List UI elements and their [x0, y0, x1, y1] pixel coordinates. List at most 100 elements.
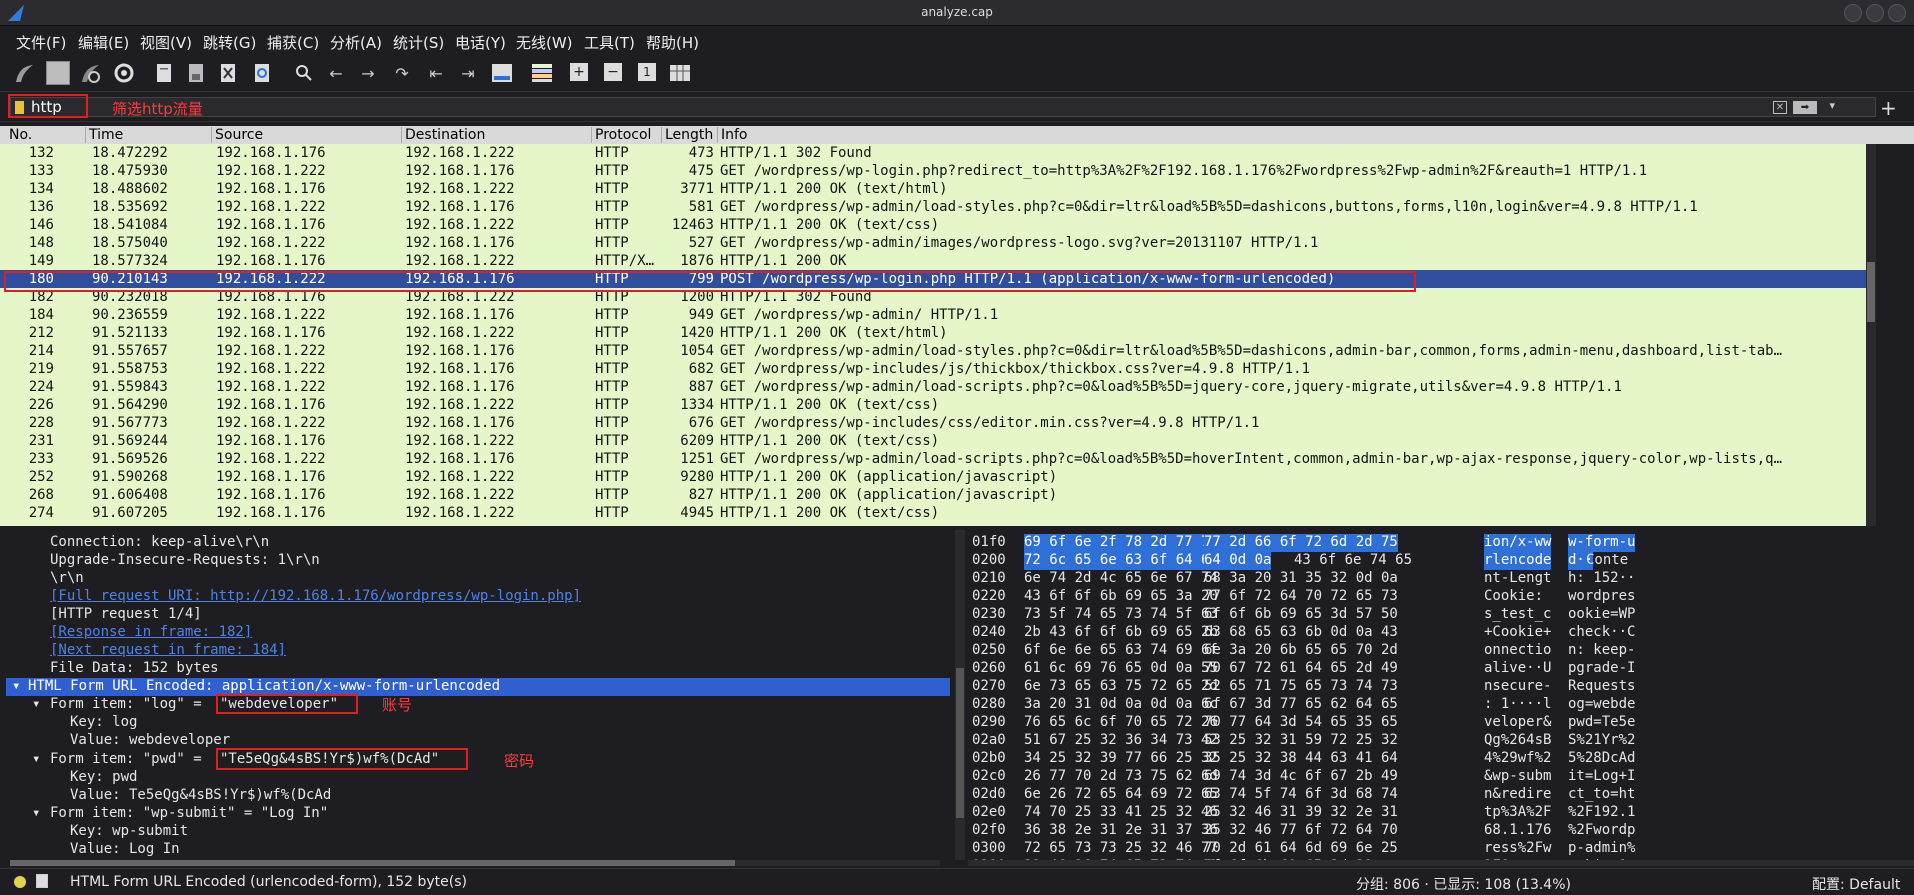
- detail-upgrade-insecure[interactable]: Upgrade-Insecure-Requests: 1\r\n: [50, 552, 320, 570]
- hex-bytes[interactable]: 34 25 32 39 77 66 25 32: [1024, 750, 1218, 768]
- hex-bytes[interactable]: 25 32 46 77 6f 72 64 70: [1204, 822, 1398, 840]
- hex-bytes[interactable]: 70 67 72 61 64 65 2d 49: [1204, 660, 1398, 678]
- hex-bytes[interactable]: 73 5f 74 65 73 74 5f 63: [1024, 606, 1218, 624]
- packet-row[interactable]: 268 91.606408 192.168.1.176 192.168.1.222 HT…: [0, 486, 1866, 504]
- hex-bytes[interactable]: 6f 67 3d 77 65 62 64 65: [1204, 696, 1398, 714]
- hex-ascii[interactable]: 68.1.176: [1484, 822, 1551, 840]
- go-to-packet-icon[interactable]: ↷: [390, 61, 414, 85]
- detail-next-request-link[interactable]: [Next request in frame: 184]: [50, 642, 286, 660]
- packet-row[interactable]: 148 18.575040 192.168.1.222 192.168.1.176 HT…: [0, 234, 1866, 252]
- hex-offset[interactable]: 0240: [972, 624, 1006, 642]
- packet-row[interactable]: 149 18.577324 192.168.1.176 192.168.1.222 HT…: [0, 252, 1866, 270]
- hex-ascii[interactable]: Requests: [1568, 678, 1635, 696]
- packet-row[interactable]: 224 91.559843 192.168.1.222 192.168.1.176 HT…: [0, 378, 1866, 396]
- hex-bytes[interactable]: 61 6c 69 76 65 0d 0a 55: [1024, 660, 1218, 678]
- hex-ascii[interactable]: pwd=Te5e: [1568, 714, 1635, 732]
- column-source[interactable]: Source: [212, 127, 402, 143]
- menu-wireless[interactable]: 无线(W): [516, 32, 573, 53]
- hex-offset[interactable]: 0300: [972, 840, 1006, 858]
- details-horizontal-scroll-thumb[interactable]: [10, 860, 735, 866]
- hex-ascii[interactable]: og=webde: [1568, 696, 1635, 714]
- packet-row[interactable]: 136 18.535692 192.168.1.222 192.168.1.176 HT…: [0, 198, 1866, 216]
- hex-ascii[interactable]: +Cookie+: [1484, 624, 1551, 642]
- menu-view[interactable]: 视图(V): [140, 32, 192, 53]
- hex-bytes[interactable]: 3a 20 31 0d 0a 0d 0a 6c: [1024, 696, 1218, 714]
- hex-ascii[interactable]: rlencode: [1484, 552, 1552, 570]
- find-packet-icon[interactable]: [292, 61, 316, 85]
- detail-http-request[interactable]: [HTTP request 1/4]: [50, 606, 202, 624]
- hex-ascii[interactable]: S%21Yr%2: [1568, 732, 1635, 750]
- menu-capture[interactable]: 捕获(C): [267, 32, 319, 53]
- hex-bytes[interactable]: 36 38 2e 31 2e 31 37 36: [1024, 822, 1218, 840]
- hex-bytes[interactable]: 6e 3a 20 6b 65 65 70 2d: [1204, 642, 1398, 660]
- minimize-button[interactable]: [1844, 4, 1862, 22]
- hex-ascii[interactable]: wordpres: [1568, 588, 1635, 606]
- column-no[interactable]: No.: [6, 127, 86, 143]
- hex-ascii[interactable]: w-form-u: [1568, 534, 1636, 552]
- column-info[interactable]: Info: [718, 127, 1866, 143]
- capture-comment-icon[interactable]: [36, 874, 48, 888]
- menu-file[interactable]: 文件(F): [16, 32, 66, 53]
- hex-offset[interactable]: 02a0: [972, 732, 1006, 750]
- chevron-down-icon[interactable]: ▾: [32, 696, 40, 714]
- packet-row[interactable]: 226 91.564290 192.168.1.176 192.168.1.222 HT…: [0, 396, 1866, 414]
- expert-info-icon[interactable]: [14, 876, 26, 888]
- hex-offset[interactable]: 02c0: [972, 768, 1006, 786]
- stop-capture-icon[interactable]: [46, 61, 70, 85]
- hex-bytes[interactable]: 69 6f 6e 2f 78 2d 77 77: [1024, 534, 1218, 552]
- hex-bytes[interactable]: 52 65 71 75 65 73 74 73: [1204, 678, 1398, 696]
- hex-offset[interactable]: 02f0: [972, 822, 1006, 840]
- form-item-submit-val[interactable]: Value: Log In: [70, 841, 180, 859]
- hex-bytes[interactable]: 53 25 32 31 59 72 25 32: [1204, 732, 1398, 750]
- hex-bytes[interactable]: 77 6f 72 64 70 72 65 73: [1204, 588, 1398, 606]
- chevron-down-icon[interactable]: ▾: [32, 751, 40, 769]
- menu-telephony[interactable]: 电话(Y): [455, 32, 506, 53]
- packet-row[interactable]: 219 91.558753 192.168.1.222 192.168.1.176 HT…: [0, 360, 1866, 378]
- close-file-icon[interactable]: [216, 61, 240, 85]
- hex-offset[interactable]: 0230: [972, 606, 1006, 624]
- column-length[interactable]: Length: [662, 127, 718, 143]
- bytes-horizontal-scrollbar[interactable]: [968, 860, 1914, 866]
- autoscroll-icon[interactable]: [490, 61, 514, 85]
- hex-bytes[interactable]: 6f 6e 6e 65 63 74 69 6f: [1024, 642, 1218, 660]
- capture-options-icon[interactable]: [112, 61, 136, 85]
- hex-ascii[interactable]: pgrade-I: [1568, 660, 1635, 678]
- packet-row[interactable]: 228 91.567773 192.168.1.222 192.168.1.176 HT…: [0, 414, 1866, 432]
- hex-bytes[interactable]: 72 6c 65 6e 63 6f 64 65: [1024, 552, 1218, 570]
- hex-bytes[interactable]: 51 67 25 32 36 34 73 42: [1024, 732, 1218, 750]
- hex-ascii[interactable]: 5%28DcAd: [1568, 750, 1635, 768]
- packet-row[interactable]: 133 18.475930 192.168.1.222 192.168.1.176 HT…: [0, 162, 1866, 180]
- packet-row[interactable]: 274 91.607205 192.168.1.176 192.168.1.222 HT…: [0, 504, 1866, 522]
- packet-row[interactable]: 134 18.488602 192.168.1.176 192.168.1.222 HT…: [0, 180, 1866, 198]
- hex-ascii[interactable]: %2F192.1: [1568, 804, 1635, 822]
- hex-ascii[interactable]: n&redire: [1484, 786, 1551, 804]
- menu-tools[interactable]: 工具(T): [584, 32, 635, 53]
- details-scroll-thumb[interactable]: [956, 668, 964, 818]
- packet-row[interactable]: 252 91.590268 192.168.1.176 192.168.1.222 HT…: [0, 468, 1866, 486]
- hex-bytes[interactable]: 35 25 32 38 44 63 41 64: [1204, 750, 1398, 768]
- hex-bytes[interactable]: 6e 73 65 63 75 72 65 2d: [1024, 678, 1218, 696]
- menu-statistics[interactable]: 统计(S): [393, 32, 444, 53]
- add-filter-button-icon[interactable]: +: [1880, 96, 1897, 120]
- hex-ascii[interactable]: ress%2Fw: [1484, 840, 1551, 858]
- hex-bytes[interactable]: 43 6f 6e 74 65: [1294, 552, 1412, 570]
- hex-bytes[interactable]: 2b 43 6f 6f 6b 69 65 2b: [1024, 624, 1218, 642]
- form-item-submit-key[interactable]: Key: wp-submit: [70, 823, 188, 841]
- hex-ascii[interactable]: Conte: [1586, 552, 1628, 570]
- hex-bytes[interactable]: 26 77 70 2d 73 75 62 6d: [1024, 768, 1218, 786]
- form-item-submit-label[interactable]: Form item: "wp-submit" = "Log In": [50, 805, 328, 823]
- hex-ascii[interactable]: : 1····l: [1484, 696, 1551, 714]
- hex-offset[interactable]: 0260: [972, 660, 1006, 678]
- hex-bytes[interactable]: 63 74 5f 74 6f 3d 68 74: [1204, 786, 1398, 804]
- packet-row[interactable]: 212 91.521133 192.168.1.176 192.168.1.222 HT…: [0, 324, 1866, 342]
- go-back-icon[interactable]: ←: [324, 61, 348, 85]
- hex-bytes[interactable]: 68 3a 20 31 35 32 0d 0a: [1204, 570, 1398, 588]
- packet-list-scrollbar[interactable]: [1866, 144, 1876, 526]
- packet-row[interactable]: 233 91.569526 192.168.1.222 192.168.1.176 HT…: [0, 450, 1866, 468]
- resize-columns-icon[interactable]: [668, 61, 692, 85]
- hex-bytes[interactable]: 77 2d 66 6f 72 6d 2d 75: [1204, 534, 1398, 552]
- hex-bytes[interactable]: 43 6f 6f 6b 69 65 3a 20: [1024, 588, 1218, 606]
- hex-offset[interactable]: 01f0: [972, 534, 1006, 552]
- hex-ascii[interactable]: &wp-subm: [1484, 768, 1551, 786]
- clear-filter-icon[interactable]: ✕: [1773, 101, 1787, 114]
